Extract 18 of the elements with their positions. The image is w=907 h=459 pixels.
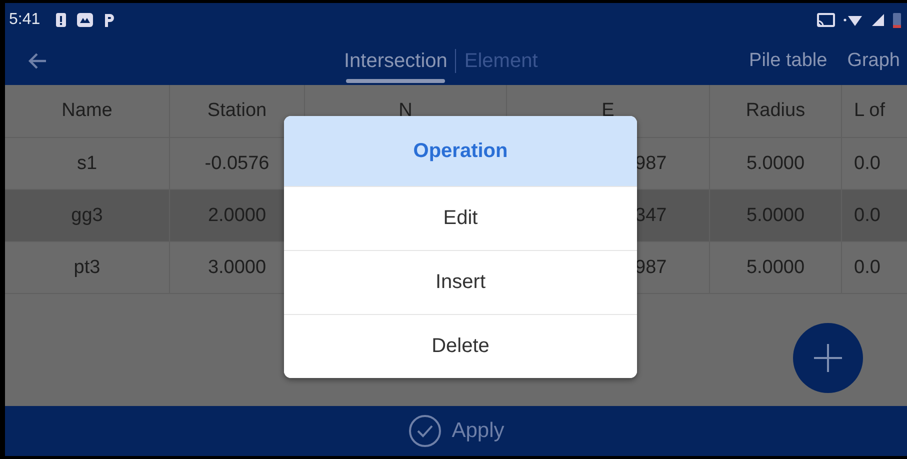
table-cell: 347 bbox=[635, 204, 667, 226]
table-cell: 3.0000 bbox=[208, 256, 266, 278]
table-cell: 987 bbox=[635, 152, 667, 174]
table-cell: 0.0 bbox=[854, 256, 880, 278]
table-cell: 987 bbox=[635, 256, 667, 278]
table-cell: s1 bbox=[76, 152, 98, 174]
table-cell: 5.0000 bbox=[746, 204, 805, 226]
table-cell: 0.0 bbox=[854, 152, 880, 174]
table-cell: pt3 bbox=[74, 256, 100, 278]
table-cell: -0.0576 bbox=[204, 152, 270, 174]
table-cell: 2.0000 bbox=[208, 204, 266, 226]
column-header: L of bbox=[853, 99, 886, 123]
dialog-title: Operation bbox=[284, 116, 637, 186]
table-cell: 0.0 bbox=[854, 204, 880, 226]
clock-time: 5:41 bbox=[9, 11, 40, 29]
table-cell: gg3 bbox=[71, 204, 103, 226]
table-cell: 5.0000 bbox=[746, 152, 805, 174]
table-cell: 5.0000 bbox=[746, 256, 805, 278]
